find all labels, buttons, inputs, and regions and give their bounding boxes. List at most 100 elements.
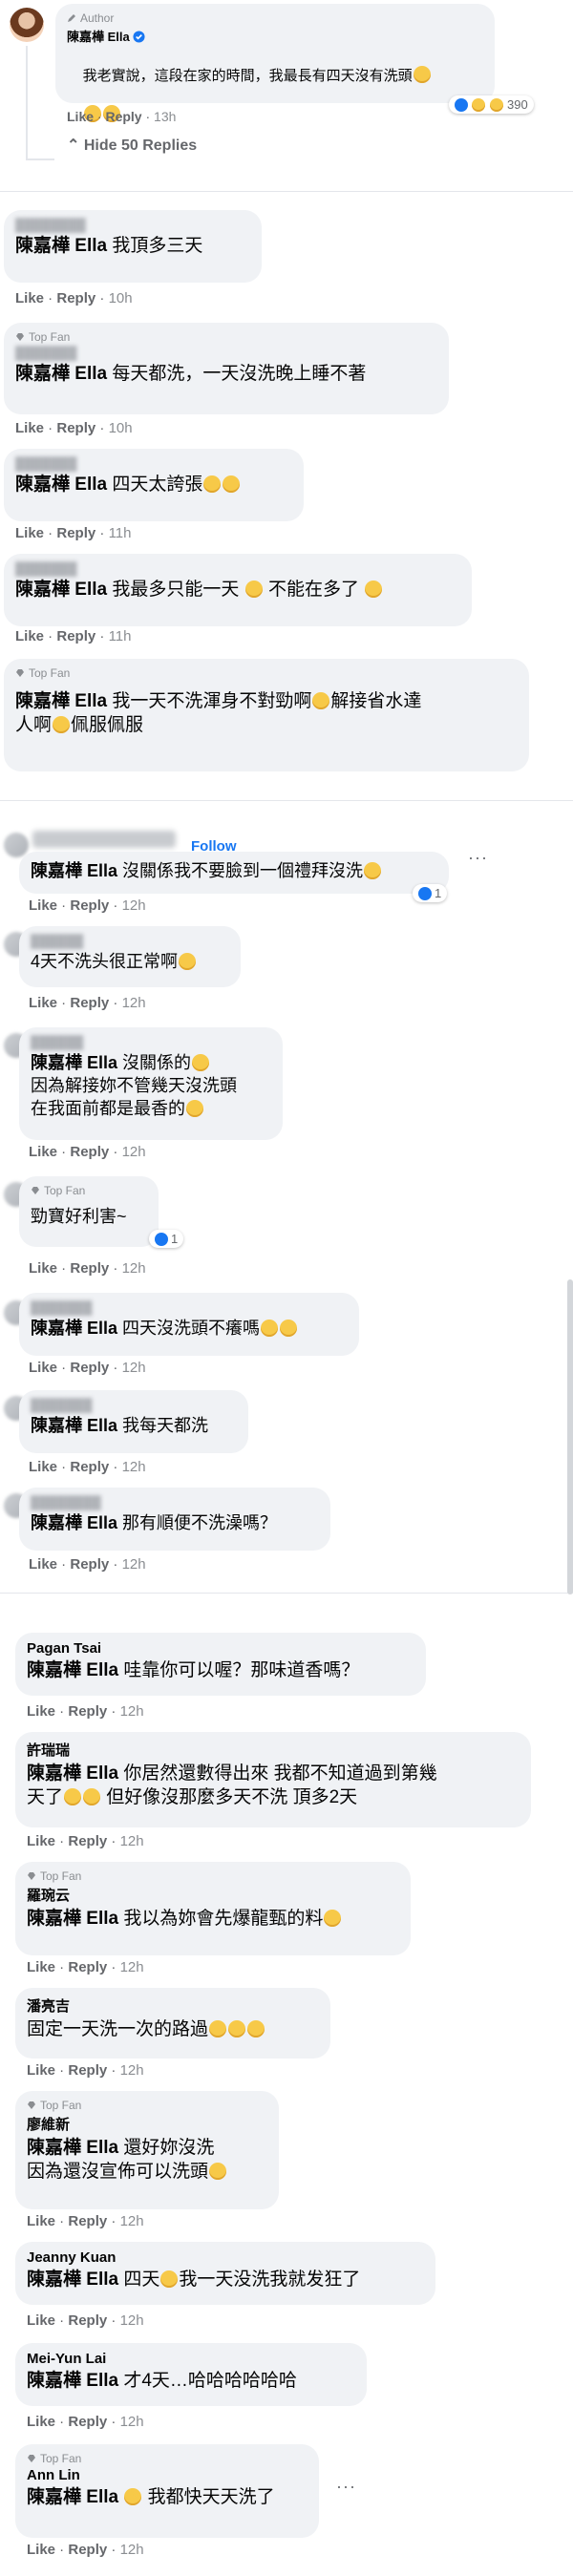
comment-author[interactable]: Ann Lin	[27, 2467, 308, 2483]
comment-actions: Like · Reply · 12h	[29, 1260, 146, 1277]
diamond-icon	[28, 2101, 35, 2109]
rofl-emoji-icon	[83, 1788, 101, 1805]
scrollbar[interactable]	[567, 1279, 573, 1594]
comment-bubble: Jeanny Kuan 陳嘉樺 Ella 四天 我一天没洗我就发狂了	[15, 2242, 435, 2305]
like-link[interactable]: Like	[29, 1556, 57, 1573]
comment-author[interactable]: 許瑞瑞	[27, 1740, 520, 1760]
grin-sweat-emoji-icon	[364, 862, 382, 879]
like-link[interactable]: Like	[27, 2414, 55, 2430]
comment-text: 陳嘉樺 Ella 還好妳沒洗 因為還沒宣佈可以洗頭	[27, 2136, 267, 2184]
like-link[interactable]: Like	[29, 897, 57, 914]
reply-link[interactable]: Reply	[70, 1144, 109, 1160]
commenter-avatar[interactable]	[4, 833, 29, 857]
comment-author[interactable]: ███████	[15, 346, 437, 360]
reply-link[interactable]: Reply	[68, 2542, 107, 2558]
reply-link[interactable]: Reply	[70, 897, 109, 914]
comment-author[interactable]: Jeanny Kuan	[27, 2249, 424, 2266]
top-fan-badge: Top Fan	[31, 1184, 147, 1197]
like-link[interactable]: Like	[15, 628, 44, 644]
like-link[interactable]: Like	[29, 1144, 57, 1160]
reply-link[interactable]: Reply	[105, 109, 141, 124]
comment-author[interactable]: ██████	[31, 934, 229, 948]
like-link[interactable]: Like	[15, 420, 44, 436]
comment-author[interactable]: ████████	[31, 1495, 319, 1510]
reply-link[interactable]: Reply	[68, 1833, 107, 1849]
comment-author[interactable]: ███████	[31, 1300, 348, 1315]
comment-reactions[interactable]: 1	[413, 884, 448, 902]
reply-link[interactable]: Reply	[68, 2062, 107, 2079]
like-link[interactable]: Like	[27, 2542, 55, 2558]
author-avatar[interactable]	[10, 8, 44, 42]
comment-actions: Like · Reply · 12h	[29, 1144, 146, 1160]
like-link[interactable]: Like	[15, 290, 44, 306]
reply-link[interactable]: Reply	[56, 420, 96, 436]
more-options-icon[interactable]: ···	[336, 2477, 356, 2497]
like-link[interactable]: Like	[29, 995, 57, 1011]
comment-bubble: 許瑞瑞 陳嘉樺 Ella 你居然還數得出來 我都不知道過到第幾 天了 但好像沒那麼…	[15, 1732, 531, 1827]
reply-link[interactable]: Reply	[68, 1959, 107, 1975]
comment-actions: Like · Reply · 10h	[15, 290, 133, 306]
hide-replies-link[interactable]: ⌃ Hide 50 Replies	[67, 136, 197, 155]
comment-author[interactable]: ███████	[15, 456, 292, 471]
comment-author[interactable]: Pagan Tsai	[27, 1640, 414, 1657]
comment-text: 陳嘉樺 Ella 沒關係的 因為解接妳不管幾天沒洗頭 在我面前都是最香的	[31, 1053, 237, 1118]
more-options-icon[interactable]: ···	[468, 848, 488, 868]
like-link[interactable]: Like	[27, 1833, 55, 1849]
comment-reactions[interactable]: 1	[149, 1230, 184, 1248]
comment-actions: Like · Reply · 12h	[27, 2414, 144, 2430]
like-link[interactable]: Like	[29, 1360, 57, 1376]
haha-reaction-icon	[490, 97, 503, 112]
comment-author[interactable]: ██████	[31, 1035, 271, 1049]
rofl-emoji-icon	[64, 1788, 82, 1805]
comment-text: 陳嘉樺 Ella 我以為妳會先爆龍甄的料	[27, 1907, 399, 1931]
reply-link[interactable]: Reply	[56, 628, 96, 644]
diamond-icon	[16, 669, 24, 677]
reply-link[interactable]: Reply	[70, 995, 109, 1011]
chevron-up-icon: ⌃	[67, 137, 84, 154]
comment-author[interactable]: ███████	[31, 1398, 237, 1412]
comment-text: 陳嘉樺 Ella 四天太誇張	[15, 473, 292, 496]
comment-author[interactable]: 羅琬云	[27, 1885, 399, 1905]
like-link[interactable]: Like	[27, 2062, 55, 2079]
like-link[interactable]: Like	[27, 2213, 55, 2229]
comment-bubble: ██████ 陳嘉樺 Ella 沒關係的 因為解接妳不管幾天沒洗頭 在我面前都是最香…	[19, 1027, 283, 1140]
laugh-emoji-icon	[365, 581, 383, 598]
comment-author[interactable]: Mei-Yun Lai	[27, 2351, 355, 2367]
comment-text: 陳嘉樺 Ella 我頂多三天	[15, 236, 203, 256]
comment-bubble: 陳嘉樺 Ella 沒關係我不要臉到一個禮拜沒洗	[19, 852, 449, 894]
comment-actions: Like · Reply · 12h	[29, 995, 146, 1011]
laugh-emoji-icon	[244, 581, 263, 598]
reply-link[interactable]: Reply	[68, 2213, 107, 2229]
grin-sweat-emoji-icon	[192, 1054, 210, 1071]
reply-link[interactable]: Reply	[70, 1556, 109, 1573]
like-link[interactable]: Like	[15, 525, 44, 541]
comment-bubble: ████████ 陳嘉樺 Ella 那有順便不洗澡嗎？	[19, 1488, 330, 1551]
like-link[interactable]: Like	[27, 2312, 55, 2329]
reply-link[interactable]: Reply	[68, 1703, 107, 1720]
rofl-emoji-icon	[209, 2020, 227, 2038]
reply-link[interactable]: Reply	[56, 525, 96, 541]
like-link[interactable]: Like	[27, 1703, 55, 1720]
like-link[interactable]: Like	[27, 1959, 55, 1975]
comment-actions: Like · Reply · 12h	[27, 1959, 144, 1975]
reply-link[interactable]: Reply	[56, 290, 96, 306]
grin-sweat-emoji-icon	[312, 692, 330, 709]
like-link[interactable]: Like	[29, 1260, 57, 1277]
diamond-icon	[16, 333, 24, 341]
reply-link[interactable]: Reply	[70, 1459, 109, 1475]
reply-link[interactable]: Reply	[68, 2414, 107, 2430]
comment-bubble: ███████ 陳嘉樺 Ella 我每天都洗	[19, 1390, 248, 1453]
reply-link[interactable]: Reply	[70, 1360, 109, 1376]
like-link[interactable]: Like	[29, 1459, 57, 1475]
author-name[interactable]: 陳嘉樺 Ella	[67, 30, 130, 44]
reply-link[interactable]: Reply	[68, 2312, 107, 2329]
author-reactions[interactable]: 390	[449, 95, 534, 114]
grin-sweat-emoji-icon	[280, 1320, 298, 1337]
comment-author[interactable]: 潘亮吉	[27, 1995, 319, 2016]
reply-link[interactable]: Reply	[70, 1260, 109, 1277]
comment-author[interactable]: ████████	[15, 218, 250, 232]
comment-actions: Like · Reply · 12h	[29, 1360, 146, 1376]
comment-author[interactable]: ███████	[15, 561, 460, 576]
comment-author[interactable]: 廖維新	[27, 2114, 267, 2134]
like-link[interactable]: Like	[67, 109, 94, 124]
